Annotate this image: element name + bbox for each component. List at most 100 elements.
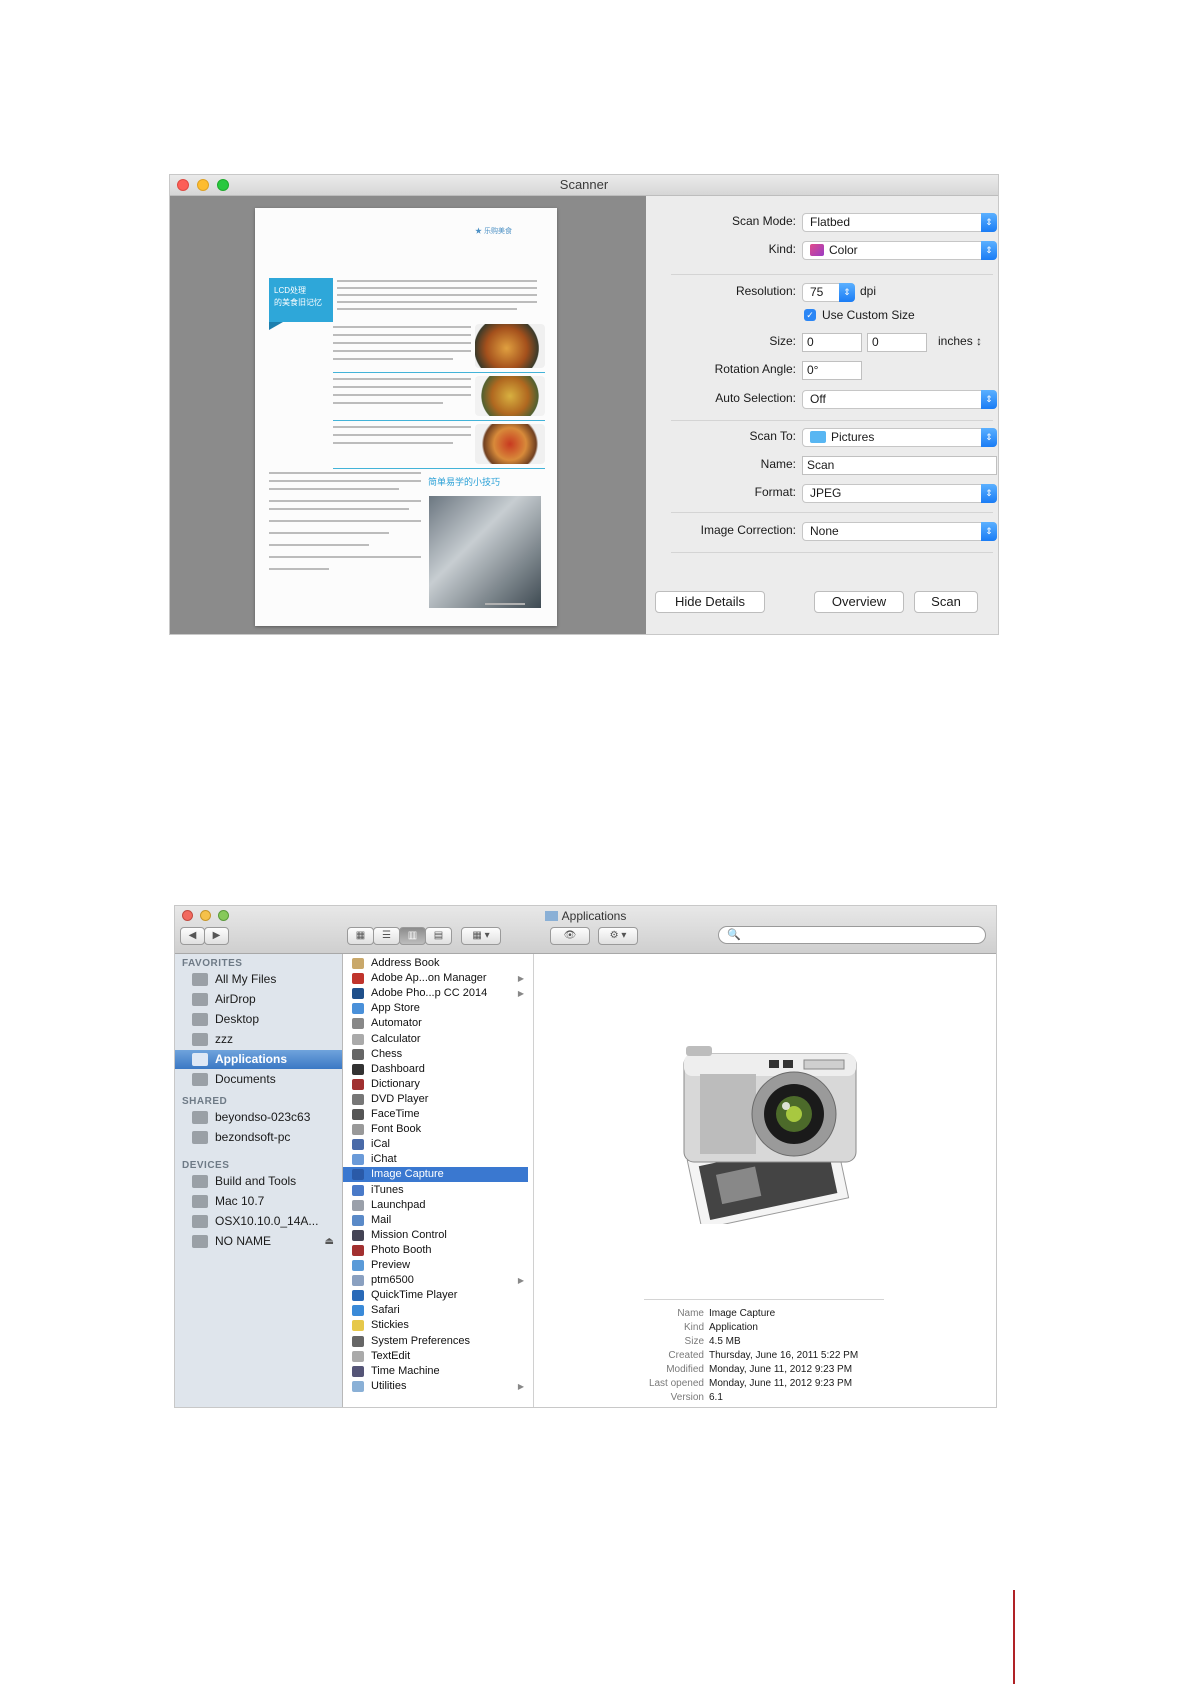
- auto-selection-popup[interactable]: Off ⇕: [802, 390, 997, 409]
- separator: [671, 420, 993, 421]
- search-input[interactable]: 🔍: [718, 926, 986, 944]
- sidebar-item-device[interactable]: Mac 10.7: [175, 1192, 342, 1211]
- icon-view-button[interactable]: ▦: [347, 927, 374, 945]
- disk-icon: [192, 1195, 208, 1208]
- eject-icon[interactable]: ⏏: [325, 1232, 334, 1251]
- list-view-button[interactable]: ☰: [373, 927, 400, 945]
- size-unit-popup[interactable]: inches ↕: [938, 334, 982, 348]
- text-line: [269, 556, 421, 558]
- app-list-item-label: QuickTime Player: [371, 1289, 458, 1302]
- app-icon: [352, 1214, 364, 1226]
- app-list-item[interactable]: Stickies: [343, 1318, 528, 1333]
- column-view-button[interactable]: ▥: [399, 927, 426, 945]
- sidebar-item-shared-computer[interactable]: beyondso-023c63: [175, 1108, 342, 1127]
- back-button[interactable]: ◀: [180, 927, 205, 945]
- scan-mode-value: Flatbed: [810, 215, 851, 229]
- cover-flow-button[interactable]: ▤: [425, 927, 452, 945]
- resolution-popup[interactable]: 75 ⇕: [802, 283, 855, 302]
- separator: [671, 274, 993, 275]
- text-line: [337, 301, 537, 303]
- image-correction-popup[interactable]: None ⇕: [802, 522, 997, 541]
- info-size-value: 4.5 MB: [709, 1336, 741, 1347]
- overview-button[interactable]: Overview: [814, 591, 904, 613]
- sidebar-item-label: Applications: [215, 1052, 288, 1066]
- sidebar-header-shared: SHARED: [182, 1096, 228, 1107]
- sidebar-item-device[interactable]: OSX10.10.0_14A...: [175, 1212, 342, 1231]
- app-list-item[interactable]: Dashboard: [343, 1062, 528, 1077]
- sidebar-item-airdrop[interactable]: AirDrop: [175, 990, 342, 1009]
- app-list-item[interactable]: Calculator: [343, 1032, 528, 1047]
- app-list-item[interactable]: Dictionary: [343, 1077, 528, 1092]
- app-list-item[interactable]: Preview: [343, 1258, 528, 1273]
- image-correction-value: None: [810, 524, 839, 538]
- app-list-item-label: App Store: [371, 1002, 420, 1015]
- app-list-item[interactable]: QuickTime Player: [343, 1288, 528, 1303]
- applications-column: Address Book Adobe Ap...on Manager ▶ Adobe …: [343, 954, 534, 1407]
- custom-size-checkbox[interactable]: ✓: [804, 309, 816, 321]
- app-list-item[interactable]: Chess: [343, 1047, 528, 1062]
- app-list-item[interactable]: Launchpad: [343, 1198, 528, 1213]
- text-line: [337, 308, 517, 310]
- sidebar-item-documents[interactable]: Documents: [175, 1070, 342, 1089]
- app-list-item[interactable]: Safari: [343, 1303, 528, 1318]
- action-gear-icon[interactable]: ⚙ ▾: [598, 927, 638, 945]
- text-line: [333, 394, 471, 396]
- sidebar-item-applications[interactable]: Applications: [175, 1050, 342, 1069]
- scan-mode-popup[interactable]: Flatbed ⇕: [802, 213, 997, 232]
- app-list-item[interactable]: DVD Player: [343, 1092, 528, 1107]
- app-icon: [352, 1063, 364, 1075]
- app-icon: [352, 1290, 364, 1302]
- hide-details-button[interactable]: Hide Details: [655, 591, 765, 613]
- app-list-item[interactable]: iChat: [343, 1152, 528, 1167]
- app-list-item[interactable]: Mail: [343, 1213, 528, 1228]
- app-list-item[interactable]: Adobe Ap...on Manager ▶: [343, 971, 528, 986]
- app-list-item[interactable]: iCal: [343, 1137, 528, 1152]
- app-list-item-label: Mission Control: [371, 1228, 447, 1241]
- app-list-item-label: Dashboard: [371, 1062, 425, 1075]
- page-title-box-tail: [269, 322, 283, 330]
- sidebar-item-device[interactable]: NO NAME ⏏: [175, 1232, 342, 1251]
- forward-button[interactable]: ▶: [204, 927, 229, 945]
- app-list-item[interactable]: Automator: [343, 1016, 528, 1031]
- size-width-field[interactable]: 0: [802, 333, 862, 352]
- sidebar-item-zzz[interactable]: zzz: [175, 1030, 342, 1049]
- documents-icon: [192, 1073, 208, 1086]
- scan-preview-area[interactable]: ★ 乐购美食 LCD处理 的美食旧记忆 简单易学的小技巧: [170, 196, 646, 634]
- app-list-item[interactable]: FaceTime: [343, 1107, 528, 1122]
- text-line: [333, 326, 471, 328]
- app-list-item[interactable]: Utilities ▶: [343, 1379, 528, 1394]
- sidebar-item-all-my-files[interactable]: All My Files: [175, 970, 342, 989]
- app-list-item[interactable]: Font Book: [343, 1122, 528, 1137]
- app-list-item[interactable]: App Store: [343, 1001, 528, 1016]
- sidebar-item-desktop[interactable]: Desktop: [175, 1010, 342, 1029]
- app-list-item-label: iCal: [371, 1138, 390, 1151]
- sidebar-item-device[interactable]: Build and Tools: [175, 1172, 342, 1191]
- scan-to-value: Pictures: [831, 430, 875, 444]
- info-kind-value: Application: [709, 1322, 758, 1333]
- kind-popup[interactable]: Color ⇕: [802, 241, 997, 260]
- text-line: [269, 488, 399, 490]
- rotation-field[interactable]: 0°: [802, 361, 862, 380]
- sidebar-item-shared-computer[interactable]: bezondsoft-pc: [175, 1128, 342, 1147]
- app-list-item[interactable]: Time Machine: [343, 1364, 528, 1379]
- app-list-item[interactable]: System Preferences: [343, 1334, 528, 1349]
- scan-to-popup[interactable]: Pictures ⇕: [802, 428, 997, 447]
- app-list-item[interactable]: Mission Control: [343, 1228, 528, 1243]
- app-list-item[interactable]: Address Book: [343, 956, 528, 971]
- text-line: [333, 342, 471, 344]
- app-icon: [352, 1244, 364, 1256]
- app-list-item[interactable]: Image Capture: [343, 1167, 528, 1183]
- quick-look-eye-icon[interactable]: 👁: [550, 927, 590, 945]
- app-list-item[interactable]: TextEdit: [343, 1349, 528, 1364]
- format-popup[interactable]: JPEG ⇕: [802, 484, 997, 503]
- app-list-item[interactable]: Adobe Pho...p CC 2014 ▶: [343, 986, 528, 1001]
- disk-icon: [192, 1215, 208, 1228]
- arrange-menu-button[interactable]: ▦ ▾: [461, 927, 501, 945]
- name-field[interactable]: Scan: [802, 456, 997, 475]
- scan-button[interactable]: Scan: [914, 591, 978, 613]
- app-list-item[interactable]: iTunes: [343, 1183, 528, 1198]
- scanned-page-thumbnail: ★ 乐购美食 LCD处理 的美食旧记忆 简单易学的小技巧: [255, 208, 557, 626]
- size-height-field[interactable]: 0: [867, 333, 927, 352]
- app-list-item[interactable]: Photo Booth: [343, 1243, 528, 1258]
- app-list-item[interactable]: ptm6500 ▶: [343, 1273, 528, 1288]
